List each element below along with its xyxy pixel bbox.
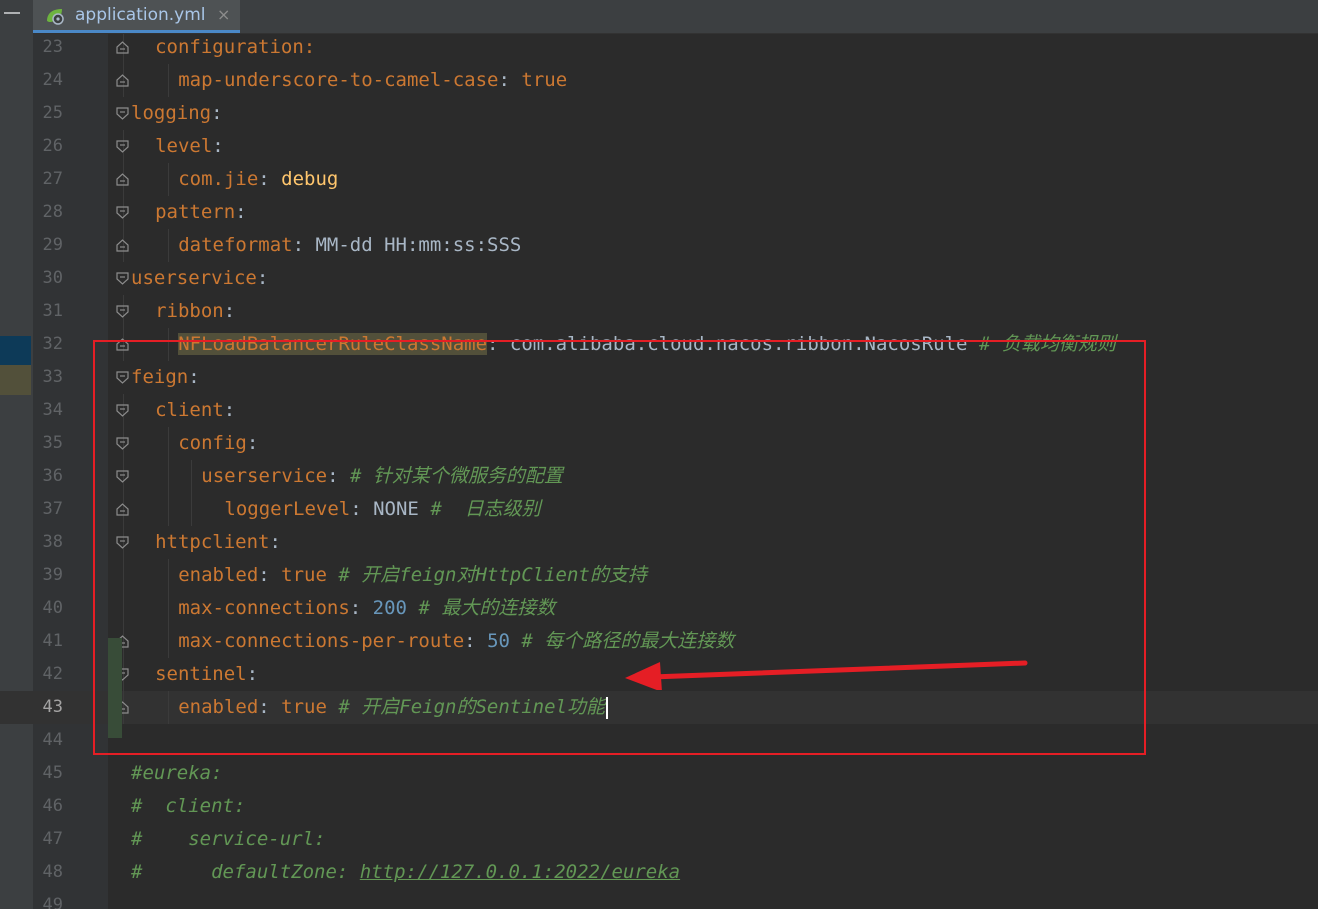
code-line[interactable]: 45 #eureka: <box>0 757 1318 790</box>
active-tab-indicator <box>33 30 240 33</box>
indent-guide <box>168 64 170 97</box>
code-token: http://127.0.0.1:2022/eureka <box>359 861 681 883</box>
code-line[interactable]: 46 # client: <box>0 790 1318 823</box>
code-text[interactable]: # client: <box>131 790 245 823</box>
fold-collapse-icon[interactable] <box>116 140 129 153</box>
fold-end-icon[interactable] <box>116 41 129 54</box>
code-text[interactable]: configuration: <box>155 34 315 64</box>
code-token: # client: <box>131 795 246 817</box>
line-number: 46 <box>42 796 63 816</box>
code-line[interactable]: 48 # defaultZone: http://127.0.0.1:2022/e… <box>0 856 1318 889</box>
code-text[interactable]: # defaultZone: http://127.0.0.1:2022/eur… <box>131 856 680 889</box>
code-line[interactable]: 23 configuration: <box>0 34 1318 64</box>
line-number: 25 <box>42 103 63 123</box>
code-token: level <box>155 135 213 157</box>
code-token: # defaultZone: <box>131 861 360 883</box>
code-token: logging <box>131 102 212 124</box>
line-number: 43 <box>42 697 63 717</box>
code-line[interactable]: 29 dateformat: MM-dd HH:mm:ss:SSS <box>0 229 1318 262</box>
code-token: : <box>212 135 224 157</box>
code-text[interactable]: dateformat: MM-dd HH:mm:ss:SSS <box>178 229 521 262</box>
code-line[interactable]: 30 userservice: <box>0 262 1318 295</box>
fold-end-icon[interactable] <box>116 74 129 87</box>
code-token: : <box>235 201 247 223</box>
code-token: map-underscore-to-camel-case <box>178 69 499 91</box>
line-number: 41 <box>42 631 63 651</box>
line-number: 37 <box>42 499 63 519</box>
code-line[interactable]: 31 ribbon: <box>0 295 1318 328</box>
fold-collapse-icon[interactable] <box>116 206 129 219</box>
line-number: 26 <box>42 136 63 156</box>
tab-filename: application.yml <box>75 5 206 25</box>
code-token: : MM-dd HH:mm:ss:SSS <box>292 234 522 256</box>
line-number: 24 <box>42 70 63 90</box>
code-token: dateformat <box>178 234 293 256</box>
line-number: 35 <box>42 433 63 453</box>
annotation-highlight-box <box>93 340 1146 755</box>
code-line[interactable]: 24 map-underscore-to-camel-case: true <box>0 64 1318 97</box>
minimize-icon[interactable] <box>4 12 20 14</box>
code-token: pattern <box>155 201 236 223</box>
code-text[interactable]: # service-url: <box>131 823 325 856</box>
code-line[interactable]: 47 # service-url: <box>0 823 1318 856</box>
code-token: com.jie <box>178 168 259 190</box>
code-text[interactable]: ribbon: <box>155 295 235 328</box>
code-token: : <box>256 267 269 289</box>
line-number: 33 <box>42 367 63 387</box>
line-number: 32 <box>42 334 63 354</box>
code-token: configuration: <box>155 36 316 58</box>
code-token: userservice <box>131 267 257 289</box>
code-token: : <box>223 300 236 322</box>
line-number: 48 <box>42 862 63 882</box>
line-number: 28 <box>42 202 63 222</box>
close-icon[interactable]: × <box>217 5 230 24</box>
line-number: 29 <box>42 235 63 255</box>
code-line[interactable]: 26 level: <box>0 130 1318 163</box>
line-number: 47 <box>42 829 63 849</box>
line-number: 40 <box>42 598 63 618</box>
line-number: 36 <box>42 466 63 486</box>
code-line[interactable]: 25 logging: <box>0 97 1318 130</box>
line-number: 31 <box>42 301 63 321</box>
line-number: 38 <box>42 532 63 552</box>
code-token: : <box>258 168 282 190</box>
line-number: 39 <box>42 565 63 585</box>
code-token: # service-url: <box>131 828 326 850</box>
fold-end-icon[interactable] <box>116 173 129 186</box>
indent-guide <box>168 163 170 196</box>
fold-collapse-icon[interactable] <box>116 305 129 318</box>
code-token: : <box>498 69 522 91</box>
code-line[interactable]: 49 <box>0 889 1318 909</box>
editor-tab-application-yml[interactable]: application.yml × <box>33 0 240 33</box>
code-text[interactable]: pattern: <box>155 196 247 229</box>
code-text[interactable]: logging: <box>131 97 223 130</box>
code-text[interactable]: userservice: <box>131 262 268 295</box>
line-number: 49 <box>42 895 63 909</box>
code-token: debug <box>281 168 339 190</box>
code-token: ribbon <box>155 300 224 322</box>
code-token: #eureka: <box>131 762 223 784</box>
line-number: 42 <box>42 664 63 684</box>
line-number: 30 <box>42 268 63 288</box>
annotation-arrow-icon <box>625 660 1028 690</box>
code-text[interactable]: #eureka: <box>131 757 223 790</box>
code-token: : <box>211 102 223 124</box>
line-number: 23 <box>42 37 63 57</box>
code-text[interactable]: level: <box>155 130 224 163</box>
code-line[interactable]: 27 com.jie: debug <box>0 163 1318 196</box>
code-text[interactable]: com.jie: debug <box>178 163 338 196</box>
fold-end-icon[interactable] <box>116 239 129 252</box>
code-text[interactable]: map-underscore-to-camel-case: true <box>178 64 567 97</box>
spring-leaf-icon <box>47 9 64 25</box>
code-line[interactable]: 28 pattern: <box>0 196 1318 229</box>
line-number: 34 <box>42 400 63 420</box>
line-number: 45 <box>42 763 63 783</box>
code-token: true <box>521 69 568 91</box>
line-number: 27 <box>42 169 63 189</box>
fold-collapse-icon[interactable] <box>116 107 129 120</box>
editor-tab-bar: application.yml × <box>33 0 1318 34</box>
line-number: 44 <box>42 730 63 750</box>
indent-guide <box>168 229 170 262</box>
fold-collapse-icon[interactable] <box>116 272 129 285</box>
